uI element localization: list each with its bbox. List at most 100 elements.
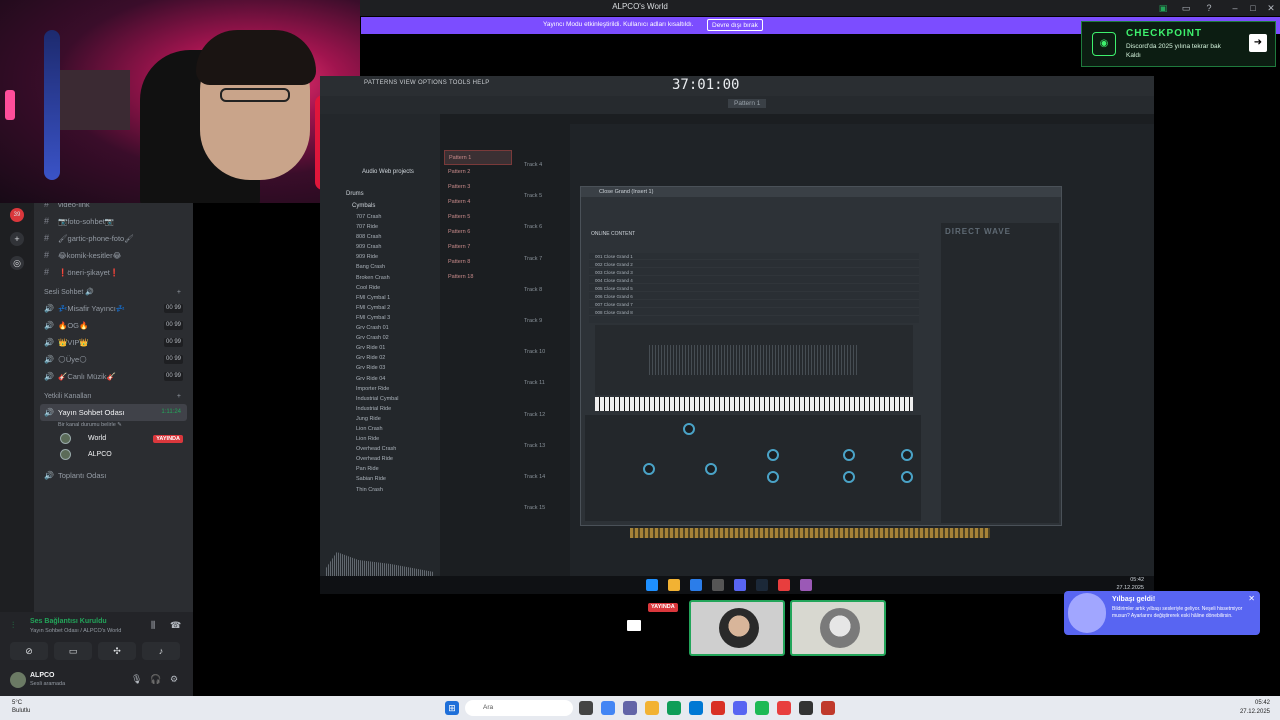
- browser-item[interactable]: Grv Ride 03: [320, 363, 440, 373]
- pattern-item[interactable]: Pattern 5: [444, 210, 512, 225]
- maximize-button[interactable]: □: [1247, 2, 1259, 14]
- noise-suppression-icon[interactable]: ⫼: [151, 620, 155, 631]
- track-label[interactable]: Track 10: [520, 337, 580, 368]
- browser-item[interactable]: FMI Cymbal 2: [320, 303, 440, 313]
- browser-item[interactable]: Industrial Cymbal: [320, 394, 440, 404]
- active-voice-channel[interactable]: 🔊 Yayın Sohbet Odası 1:11:24: [40, 404, 187, 421]
- pattern-item[interactable]: Pattern 2: [444, 165, 512, 180]
- pattern-item[interactable]: Pattern 3: [444, 180, 512, 195]
- browser-item[interactable]: Lion Ride: [320, 434, 440, 444]
- pattern-item[interactable]: Pattern 18: [444, 270, 512, 285]
- browser-item[interactable]: Grv Crash 01: [320, 323, 440, 333]
- pattern-item[interactable]: Pattern 4: [444, 195, 512, 210]
- participant-tile[interactable]: [689, 600, 785, 656]
- program-row[interactable]: 001 Close Grand 1: [589, 253, 919, 261]
- browser-item[interactable]: FMI Cymbal 3: [320, 313, 440, 323]
- voice-category[interactable]: Sesli Sohbet 🔊 +: [34, 285, 193, 300]
- pattern-item[interactable]: Pattern 8: [444, 255, 512, 270]
- settings-icon[interactable]: ⚙: [170, 674, 178, 685]
- voice-channel[interactable]: 🔊 👑VIP👑 00 99: [34, 334, 193, 351]
- browser-item[interactable]: 707 Crash: [320, 212, 440, 222]
- track-label[interactable]: Track 6: [520, 212, 580, 243]
- program-row[interactable]: 006 Close Grand 6: [589, 293, 919, 301]
- store-icon[interactable]: [689, 701, 703, 715]
- browser-item[interactable]: Sabian Ride: [320, 474, 440, 484]
- browser-item[interactable]: Thin Crash: [320, 485, 440, 495]
- channel-item[interactable]: # 📷foto-sohbet📷: [34, 213, 193, 230]
- voice-member[interactable]: ALPCO: [34, 447, 193, 463]
- track-label[interactable]: Track 8: [520, 275, 580, 306]
- camera-button[interactable]: ⊘: [10, 642, 48, 660]
- avatar[interactable]: [10, 672, 26, 688]
- browser-item[interactable]: Overhead Crash: [320, 444, 440, 454]
- browser-item[interactable]: Lion Crash: [320, 424, 440, 434]
- soundboard-button[interactable]: ♪: [142, 642, 180, 660]
- stream-tile[interactable]: YAYINDA: [590, 600, 684, 656]
- help-icon[interactable]: ?: [1203, 2, 1215, 14]
- fl-studio-icon[interactable]: [777, 701, 791, 715]
- voice-channel[interactable]: 🔊 🎸Canlı Müzik🎸 00 99: [34, 368, 193, 385]
- browser-item[interactable]: Grv Crash 02: [320, 333, 440, 343]
- spotify-icon[interactable]: [755, 701, 769, 715]
- program-row[interactable]: 004 Close Grand 4: [589, 277, 919, 285]
- program-row[interactable]: 008 Close Grand 8: [589, 309, 919, 317]
- sample-map[interactable]: [595, 325, 913, 395]
- plugin-window[interactable]: Close Grand (Insert 1) ONLINE CONTENT 00…: [580, 186, 1062, 526]
- edge-icon[interactable]: [667, 701, 681, 715]
- pattern-item[interactable]: Pattern 7: [444, 240, 512, 255]
- program-row[interactable]: 007 Close Grand 7: [589, 301, 919, 309]
- track-label[interactable]: Track 5: [520, 181, 580, 212]
- discord-icon[interactable]: [733, 701, 747, 715]
- close-icon[interactable]: ✕: [1248, 594, 1255, 603]
- knob[interactable]: [767, 449, 779, 461]
- browser-item[interactable]: Cool Ride: [320, 283, 440, 293]
- channel-item[interactable]: # 😂komik-kesitler😂: [34, 247, 193, 264]
- add-channel-icon[interactable]: +: [177, 389, 181, 404]
- browser-section[interactable]: Drums: [320, 188, 440, 200]
- voice-status[interactable]: Ses Bağlantısı Kuruldu: [30, 618, 107, 625]
- browser-item[interactable]: Jung Ride: [320, 414, 440, 424]
- program-row[interactable]: 002 Close Grand 2: [589, 261, 919, 269]
- monitor-icon[interactable]: ▭: [1180, 2, 1192, 14]
- knob[interactable]: [767, 471, 779, 483]
- browser-item[interactable]: 707 Ride: [320, 222, 440, 232]
- browser-item[interactable]: Grv Ride 02: [320, 353, 440, 363]
- arrow-right-icon[interactable]: ➜: [1249, 34, 1267, 52]
- track-label[interactable]: Track 14: [520, 462, 580, 493]
- browser-item[interactable]: Industrial Ride: [320, 404, 440, 414]
- voice-member[interactable]: World YAYINDA: [34, 431, 193, 447]
- voice-channel[interactable]: 🔊 🌕Üye🌕 00 99: [34, 351, 193, 368]
- browser-item[interactable]: Grv Ride 01: [320, 343, 440, 353]
- browser-item[interactable]: 909 Ride: [320, 252, 440, 262]
- chrome-icon[interactable]: [601, 701, 615, 715]
- add-channel-icon[interactable]: +: [177, 285, 181, 300]
- track-label[interactable]: Track 15: [520, 493, 580, 524]
- checkpoint-promo[interactable]: ◉ CHECKPOINT Discord'da 2025 yılına tekr…: [1081, 21, 1276, 67]
- notification-badge[interactable]: 39: [10, 208, 24, 222]
- channel-item[interactable]: # 🖌gartic-phone-foto🖌: [34, 230, 193, 247]
- channel-status[interactable]: Bir kanal durumu belirle ✎: [34, 421, 193, 431]
- track-label[interactable]: Track 12: [520, 400, 580, 431]
- pattern-item[interactable]: Pattern 6: [444, 225, 512, 240]
- windows-start-icon[interactable]: ⊞: [445, 701, 459, 715]
- weather-widget[interactable]: 5°C Bulutlu: [12, 699, 30, 715]
- browser-item[interactable]: Bang Crash: [320, 262, 440, 272]
- browser-item[interactable]: 808 Crash: [320, 232, 440, 242]
- auth-category[interactable]: Yetkili Kanalları +: [34, 389, 193, 404]
- browser-item[interactable]: 909 Crash: [320, 242, 440, 252]
- teams-icon[interactable]: [623, 701, 637, 715]
- browser-item[interactable]: Overhead Ride: [320, 454, 440, 464]
- online-content-label[interactable]: ONLINE CONTENT: [591, 231, 635, 237]
- new-year-notification[interactable]: Yılbaşı geldi! Bildirimler artık yılbaşı…: [1064, 591, 1260, 635]
- knob[interactable]: [901, 471, 913, 483]
- knob[interactable]: [683, 423, 695, 435]
- knob[interactable]: [705, 463, 717, 475]
- browser-item[interactable]: Pan Ride: [320, 464, 440, 474]
- headphones-icon[interactable]: 🎧: [150, 674, 161, 685]
- track-label[interactable]: Track 13: [520, 431, 580, 462]
- voice-channel[interactable]: 🔊 Toplantı Odası: [34, 467, 193, 484]
- participant-tile[interactable]: [790, 600, 886, 656]
- knob[interactable]: [643, 463, 655, 475]
- track-label[interactable]: Track 9: [520, 306, 580, 337]
- app-icon[interactable]: [821, 701, 835, 715]
